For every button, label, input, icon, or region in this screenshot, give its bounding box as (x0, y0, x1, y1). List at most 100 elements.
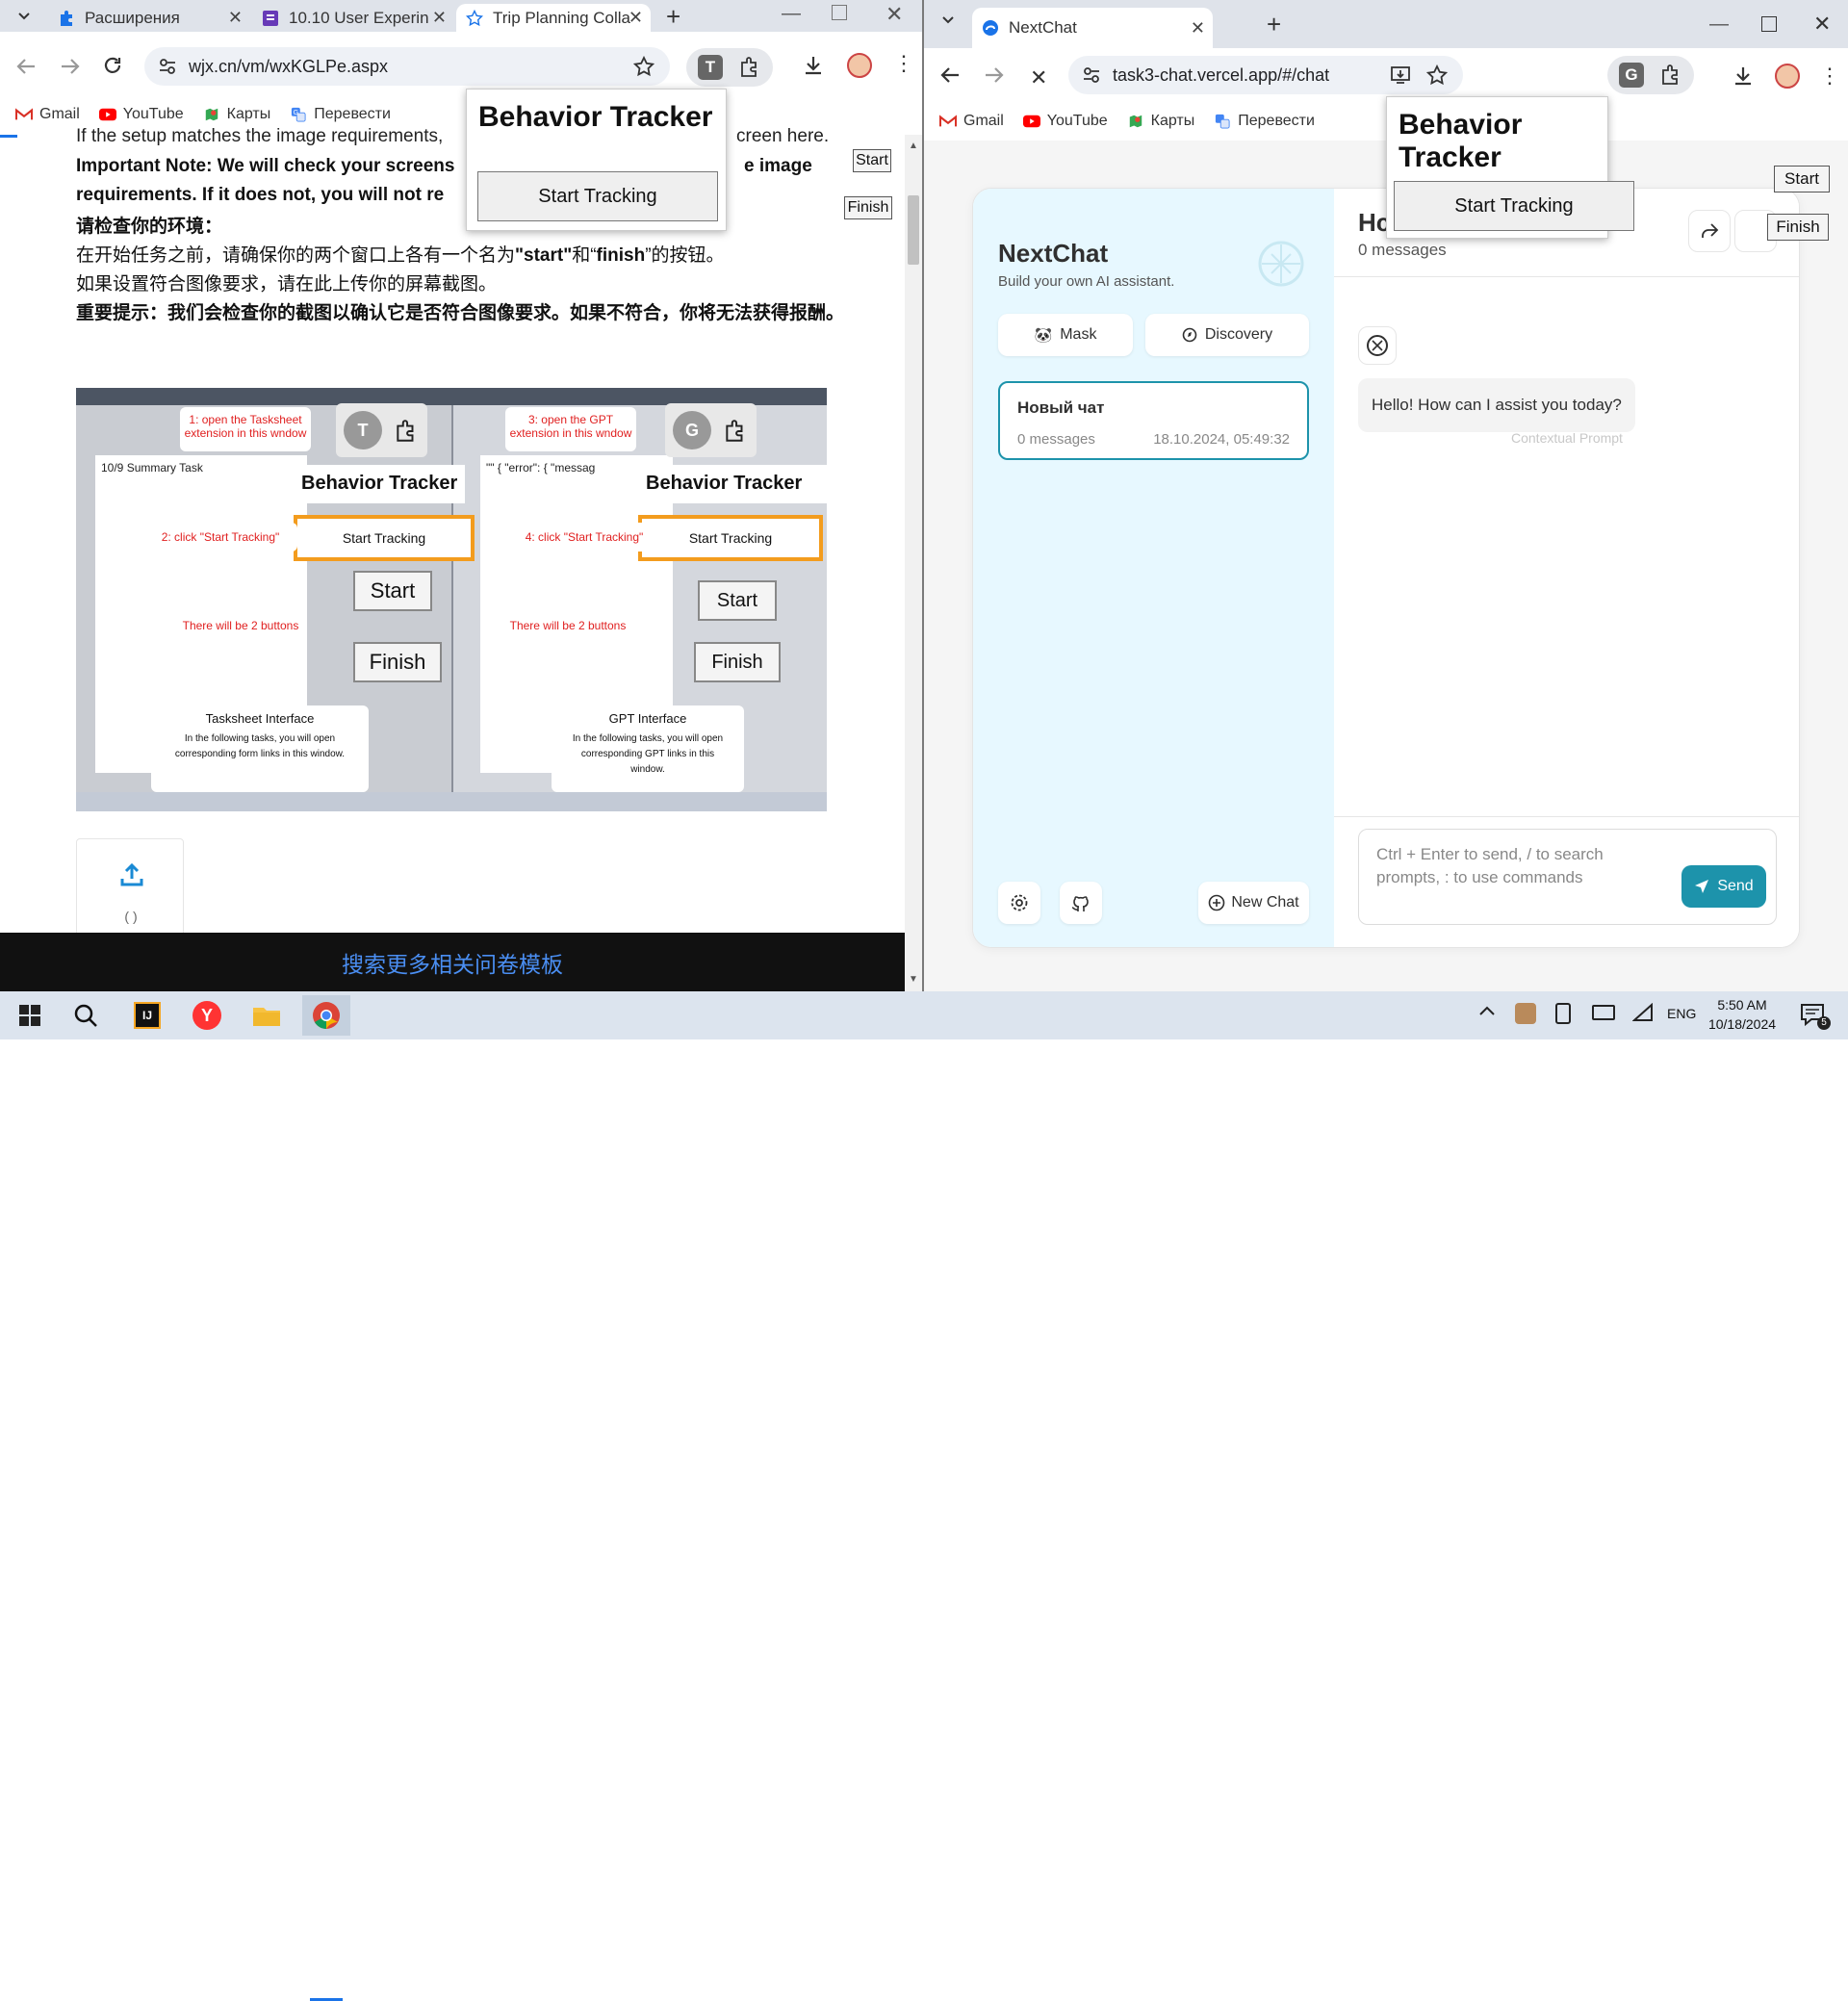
example-bt-button-2: Start Tracking (638, 515, 823, 561)
file-explorer-icon[interactable] (243, 995, 291, 1036)
tray-chevron-icon[interactable] (1478, 1005, 1496, 1016)
mask-button[interactable]: 🐼 Mask (998, 314, 1133, 356)
tab-label: Расширения (85, 8, 180, 27)
tray-device-icon[interactable] (1555, 1003, 1571, 1024)
download-icon[interactable] (803, 55, 824, 76)
install-app-icon[interactable] (1390, 65, 1411, 85)
tray-app-icon[interactable] (1515, 1003, 1536, 1024)
bookmark-label: Gmail (39, 106, 80, 122)
scroll-thumb[interactable] (908, 195, 919, 265)
message-input[interactable]: Ctrl + Enter to send, / to search prompt… (1358, 829, 1777, 925)
callout-1: 1: open the Tasksheet extension in this … (180, 407, 311, 451)
close-tab-icon[interactable]: ✕ (1191, 18, 1205, 38)
bookmark-star-icon[interactable] (633, 56, 654, 77)
new-tab-button[interactable]: + (666, 2, 680, 32)
extensions-puzzle-icon[interactable] (738, 56, 761, 79)
stop-loading-icon[interactable]: ✕ (1030, 65, 1047, 90)
maximize-icon[interactable] (1761, 16, 1777, 32)
chrome-taskbar-icon[interactable] (302, 995, 350, 1036)
new-chat-button[interactable]: New Chat (1198, 882, 1309, 924)
close-tab-icon[interactable]: ✕ (629, 8, 643, 28)
bookmark-youtube[interactable]: YouTube (1022, 113, 1108, 130)
tab-label: Trip Planning Colla (493, 8, 630, 27)
page-start-button[interactable]: Start (1774, 166, 1830, 192)
back-arrow-icon[interactable] (15, 57, 37, 76)
url-text: task3-chat.vercel.app/#/chat (1113, 64, 1330, 85)
discovery-button[interactable]: Discovery (1145, 314, 1309, 356)
reload-icon[interactable] (102, 55, 123, 76)
page-finish-button[interactable]: Finish (844, 196, 892, 219)
search-icon[interactable] (62, 995, 110, 1036)
bookmark-translate[interactable]: G Перевести (290, 106, 391, 123)
example-gpt-body: In the following tasks, you will open co… (572, 733, 724, 775)
github-button[interactable] (1060, 882, 1102, 924)
bookmark-maps[interactable]: Карты (1127, 113, 1194, 130)
close-tab-icon[interactable]: ✕ (432, 8, 447, 28)
tab-search-chevron-icon[interactable] (941, 15, 955, 25)
site-settings-icon[interactable] (158, 58, 177, 75)
profile-avatar[interactable] (847, 53, 872, 78)
menu-kebab-icon[interactable]: ⋮ (893, 53, 914, 74)
maps-icon (1129, 115, 1142, 128)
minimize-icon[interactable]: — (1709, 13, 1729, 36)
gmail-icon (939, 115, 957, 127)
page-finish-button[interactable]: Finish (1767, 214, 1829, 241)
clock[interactable]: 5:50 AM 10/18/2024 (1704, 995, 1781, 1034)
upload-box[interactable]: ( ) (76, 838, 184, 944)
bookmark-maps[interactable]: Карты (203, 106, 270, 123)
profile-avatar[interactable] (1775, 64, 1800, 89)
example-screenshot: 10/9 Summary Task "" { "error": { "messa… (76, 388, 827, 811)
callout-two-buttons-1: There will be 2 buttons (178, 611, 303, 640)
send-button[interactable]: Send (1681, 865, 1766, 908)
tracker-extension-icon[interactable]: T (698, 55, 723, 80)
left-toolbar: wjx.cn/vm/wxKGLPe.aspx T ⋮ (0, 32, 923, 101)
scroll-up-icon[interactable]: ▲ (909, 141, 918, 151)
extensions-puzzle-icon[interactable] (1659, 64, 1682, 87)
address-bar[interactable]: wjx.cn/vm/wxKGLPe.aspx (144, 47, 670, 86)
left-tab-strip: Расширения ✕ 10.10 User Experin ✕ Trip P… (0, 0, 923, 32)
tab-trip-planning[interactable]: Trip Planning Colla ✕ (456, 4, 651, 32)
start-tracking-button[interactable]: Start Tracking (477, 171, 718, 221)
close-window-icon[interactable]: ✕ (1813, 12, 1831, 37)
chat-item-count: 0 messages (1017, 431, 1095, 448)
bookmark-translate[interactable]: Перевести (1214, 113, 1315, 130)
back-arrow-icon[interactable] (939, 65, 961, 85)
chat-list-item[interactable]: Новый чат 0 messages 18.10.2024, 05:49:3… (998, 381, 1309, 460)
bookmark-gmail[interactable]: Gmail (15, 106, 80, 123)
new-tab-button[interactable]: + (1267, 10, 1281, 39)
chat-panel: Нс 0 messages Hello! How can I assist yo… (1334, 189, 1799, 947)
address-bar[interactable]: task3-chat.vercel.app/#/chat (1068, 56, 1463, 94)
forward-arrow-icon[interactable] (60, 57, 81, 76)
maximize-icon[interactable] (832, 5, 847, 20)
menu-kebab-icon[interactable]: ⋮ (1819, 64, 1840, 89)
tab-extensions[interactable]: Расширения ✕ (48, 4, 250, 32)
start-tracking-button[interactable]: Start Tracking (1394, 181, 1634, 231)
battery-icon[interactable] (1592, 1005, 1615, 1020)
tracker-extension-icon[interactable]: G (1619, 63, 1644, 88)
scroll-down-icon[interactable]: ▼ (909, 974, 918, 985)
wifi-icon[interactable] (1632, 1003, 1654, 1022)
bookmark-youtube[interactable]: YouTube (98, 106, 184, 123)
page-start-button[interactable]: Start (853, 149, 891, 172)
left-scrollbar[interactable]: ▲ ▼ (905, 135, 922, 991)
jetbrains-icon[interactable]: IJ (123, 995, 171, 1036)
template-search-banner[interactable]: 搜索更多相关问卷模板 (0, 933, 905, 991)
close-window-icon[interactable]: ✕ (886, 2, 903, 27)
download-icon[interactable] (1732, 65, 1754, 87)
tab-label: NextChat (1009, 18, 1077, 37)
yandex-browser-icon[interactable]: Y (183, 995, 231, 1036)
settings-button[interactable] (998, 882, 1040, 924)
share-button[interactable] (1688, 210, 1731, 252)
tab-user-experience[interactable]: 10.10 User Experin ✕ (252, 4, 454, 32)
start-menu-icon[interactable] (6, 995, 54, 1036)
language-indicator[interactable]: ENG (1667, 1006, 1696, 1021)
tab-search-chevron-icon[interactable] (13, 6, 35, 27)
close-tab-icon[interactable]: ✕ (228, 8, 243, 28)
forward-arrow-icon[interactable] (984, 65, 1005, 85)
bookmark-star-icon[interactable] (1426, 64, 1448, 86)
example-ext-g: G (673, 411, 711, 449)
minimize-icon[interactable]: — (782, 3, 801, 25)
site-settings-icon[interactable] (1082, 66, 1101, 84)
bookmark-gmail[interactable]: Gmail (939, 113, 1004, 130)
tab-nextchat[interactable]: NextChat ✕ (972, 8, 1213, 48)
